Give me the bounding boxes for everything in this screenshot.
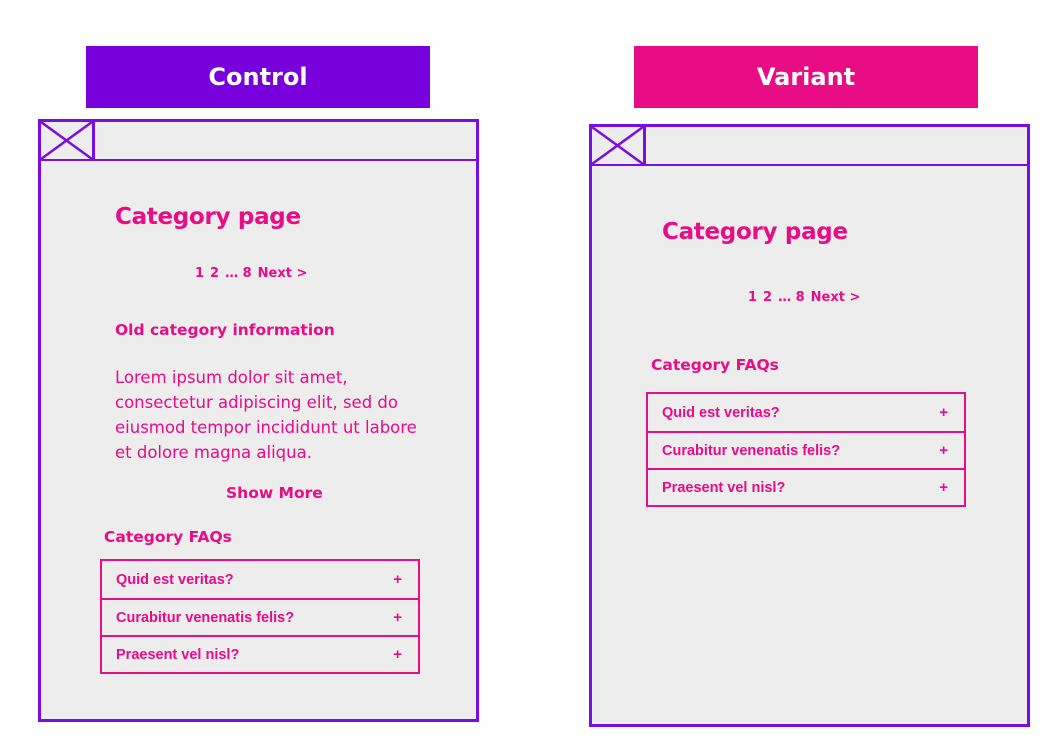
faq-question: Curabitur venenatis felis? [662,442,841,459]
faq-question: Quid est veritas? [662,404,780,421]
control-label-banner: Control [86,46,430,108]
faq-accordion: Quid est veritas? + Curabitur venenatis … [100,559,420,674]
faq-item[interactable]: Curabitur venenatis felis? + [648,431,964,468]
next-page-link[interactable]: Next > [811,290,861,305]
page-link-8[interactable]: … 8 [778,290,805,305]
image-placeholder-icon [592,127,646,164]
page-link-1[interactable]: 1 [195,266,204,281]
page-link-1[interactable]: 1 [748,290,757,305]
page-title: Category page [115,204,301,230]
faq-heading: Category FAQs [651,356,779,374]
faq-question: Praesent vel nisl? [662,479,786,496]
old-category-info-heading: Old category information [115,321,335,339]
image-placeholder-icon [41,122,95,159]
faq-item[interactable]: Quid est veritas? + [102,561,418,598]
faq-item[interactable]: Praesent vel nisl? + [102,635,418,672]
variant-wireframe: Category page 1 2 … 8 Next > Category FA… [589,124,1030,727]
faq-question: Quid est veritas? [116,571,234,588]
faq-accordion: Quid est veritas? + Curabitur venenatis … [646,392,966,507]
expand-plus-icon[interactable]: + [393,646,402,663]
category-info-text: Lorem ipsum dolor sit amet, consectetur … [115,368,417,462]
expand-plus-icon[interactable]: + [939,404,948,421]
faq-heading: Category FAQs [104,528,232,546]
faq-question: Praesent vel nisl? [116,646,240,663]
wireframe-header-bar [41,122,476,161]
expand-plus-icon[interactable]: + [939,442,948,459]
faq-question: Curabitur venenatis felis? [116,609,295,626]
page-link-2[interactable]: 2 [763,290,772,305]
control-wireframe: Category page 1 2 … 8 Next > Old categor… [38,119,479,722]
pagination: 1 2 … 8 Next > [748,290,860,305]
expand-plus-icon[interactable]: + [939,479,948,496]
page-link-2[interactable]: 2 [210,266,219,281]
faq-item[interactable]: Praesent vel nisl? + [648,468,964,505]
next-page-link[interactable]: Next > [258,266,308,281]
expand-plus-icon[interactable]: + [393,571,402,588]
page-link-8[interactable]: … 8 [225,266,252,281]
wireframe-header-bar [592,127,1027,166]
variant-label-banner: Variant [634,46,978,108]
expand-plus-icon[interactable]: + [393,609,402,626]
page-title: Category page [662,219,848,245]
show-more-button[interactable]: Show More [226,484,323,502]
faq-item[interactable]: Quid est veritas? + [648,394,964,431]
pagination: 1 2 … 8 Next > [195,266,307,281]
faq-item[interactable]: Curabitur venenatis felis? + [102,598,418,635]
